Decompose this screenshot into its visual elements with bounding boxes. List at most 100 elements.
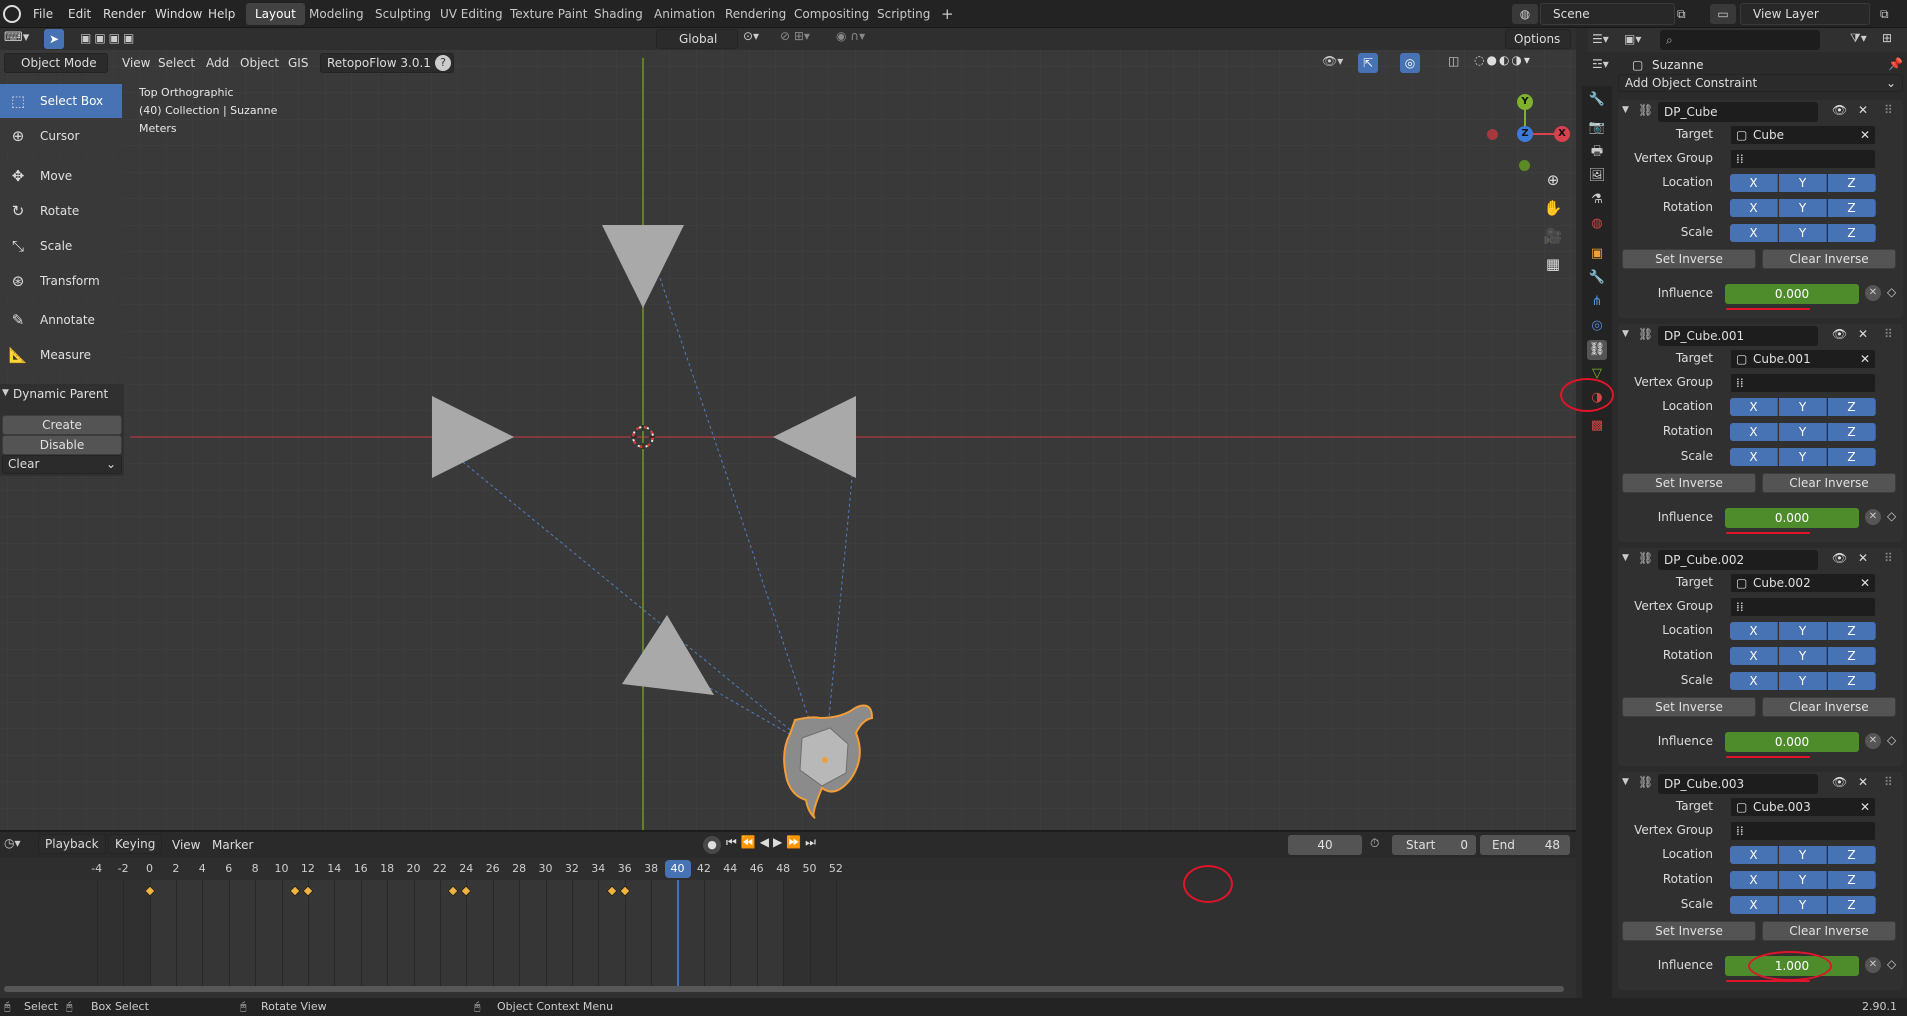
- add-workspace-button[interactable]: +: [932, 3, 963, 25]
- tab-shading[interactable]: Shading: [585, 3, 652, 25]
- scale-y-toggle[interactable]: Y: [1779, 224, 1827, 242]
- proportional-edit-icon[interactable]: ◉ ∩▾: [836, 29, 886, 49]
- disable-keep-transform-icon[interactable]: ✕: [1865, 285, 1881, 301]
- camera-view-icon[interactable]: 🎥: [1542, 227, 1564, 249]
- snap-icon[interactable]: ⊘ ⊞▾: [780, 29, 830, 49]
- scale-z-toggle[interactable]: Z: [1828, 896, 1876, 914]
- blender-logo-icon[interactable]: [3, 5, 21, 23]
- rotation-z-toggle[interactable]: Z: [1828, 199, 1876, 217]
- scale-x-toggle[interactable]: X: [1730, 672, 1778, 690]
- view-layer-field[interactable]: View Layer: [1740, 3, 1870, 25]
- menu-retopoflow[interactable]: RetopoFlow 3.0.1: [320, 53, 454, 73]
- playhead-label[interactable]: 40: [664, 860, 691, 878]
- scale-y-toggle[interactable]: Y: [1779, 896, 1827, 914]
- tab-uv-editing[interactable]: UV Editing: [431, 3, 512, 25]
- scale-z-toggle[interactable]: Z: [1828, 672, 1876, 690]
- rotation-y-toggle[interactable]: Y: [1779, 423, 1827, 441]
- record-icon[interactable]: ●: [703, 836, 721, 854]
- particles-tab-icon[interactable]: ⋔: [1587, 292, 1607, 312]
- navigation-gizmo[interactable]: Y Z X: [1480, 88, 1570, 178]
- menu-gis[interactable]: GIS: [282, 52, 314, 74]
- clear-target-icon[interactable]: ✕: [1860, 798, 1870, 816]
- rotation-z-toggle[interactable]: Z: [1828, 423, 1876, 441]
- options-dropdown[interactable]: Options: [1505, 29, 1571, 49]
- constraint-name-field[interactable]: DP_Cube.001: [1658, 326, 1818, 346]
- clear-dropdown[interactable]: Clear ⌄: [2, 455, 122, 474]
- world-tab-icon[interactable]: ◍: [1587, 214, 1607, 234]
- add-object-constraint-dropdown[interactable]: Add Object Constraint ⌄: [1618, 74, 1903, 92]
- target-field[interactable]: ▢ Cube.001 ✕: [1730, 349, 1876, 369]
- gizmo-y-icon[interactable]: Y: [1517, 94, 1533, 110]
- clear-target-icon[interactable]: ✕: [1860, 574, 1870, 592]
- object-tab-icon[interactable]: ▣: [1587, 244, 1607, 264]
- timeline-keyframe-area[interactable]: [0, 880, 1576, 986]
- rotation-x-toggle[interactable]: X: [1730, 647, 1778, 665]
- menu-playback[interactable]: Playback: [38, 834, 106, 854]
- location-z-toggle[interactable]: Z: [1828, 174, 1876, 192]
- constraints-tab-icon[interactable]: ⛓: [1587, 340, 1607, 360]
- location-x-toggle[interactable]: X: [1730, 398, 1778, 416]
- rotation-y-toggle[interactable]: Y: [1779, 647, 1827, 665]
- gizmo-toggle-icon[interactable]: ⇱: [1358, 53, 1378, 73]
- playback-controls-icon[interactable]: ⏮⏪◀▶⏩⏭: [726, 835, 846, 855]
- scene-field[interactable]: Scene: [1540, 3, 1675, 25]
- tab-layout[interactable]: Layout: [246, 3, 305, 25]
- tab-modeling[interactable]: Modeling: [300, 3, 373, 25]
- properties-editor-type-icon[interactable]: ☲▾: [1592, 57, 1609, 71]
- tool-cursor[interactable]: ⊕ Cursor: [0, 119, 122, 153]
- set-inverse-button[interactable]: Set Inverse: [1622, 921, 1756, 941]
- drag-handle-icon[interactable]: ⠿: [1884, 551, 1893, 565]
- eye-icon[interactable]: 👁: [1832, 551, 1847, 565]
- timeline-editor-type-icon[interactable]: ◷▾: [4, 836, 21, 850]
- object-name-field[interactable]: ▢ Suzanne: [1628, 55, 1858, 75]
- gizmo-z-icon[interactable]: Z: [1517, 126, 1533, 142]
- visibility-icon[interactable]: 👁▾: [1322, 54, 1350, 72]
- search-field[interactable]: ⌕: [1660, 30, 1820, 50]
- close-icon[interactable]: ✕: [1858, 103, 1868, 117]
- location-y-toggle[interactable]: Y: [1779, 622, 1827, 640]
- collapse-arrow-icon[interactable]: ▼: [1622, 105, 1629, 115]
- tab-animation[interactable]: Animation: [645, 3, 724, 25]
- 3d-viewport[interactable]: Y Z X ⊕ ✋ 🎥 ▦ Top Orthographic (40) Coll…: [0, 28, 1576, 830]
- playhead-line[interactable]: [676, 880, 679, 986]
- influence-slider[interactable]: 0.000: [1725, 732, 1859, 752]
- filter-icon[interactable]: ⧩▾: [1850, 31, 1867, 46]
- tool-scale[interactable]: ⤡ Scale: [0, 229, 122, 263]
- orientation-dropdown[interactable]: Global: [656, 29, 738, 49]
- menu-file[interactable]: File: [26, 3, 60, 25]
- collapse-arrow-icon[interactable]: ▼: [1622, 553, 1629, 563]
- set-inverse-button[interactable]: Set Inverse: [1622, 697, 1756, 717]
- dynamic-parent-title[interactable]: Dynamic Parent: [13, 387, 108, 401]
- drag-handle-icon[interactable]: ⠿: [1884, 103, 1893, 117]
- location-z-toggle[interactable]: Z: [1828, 846, 1876, 864]
- menu-help[interactable]: Help: [201, 3, 242, 25]
- scale-y-toggle[interactable]: Y: [1779, 448, 1827, 466]
- scene-icon[interactable]: ◍: [1512, 4, 1538, 24]
- influence-slider[interactable]: 0.000: [1725, 284, 1859, 304]
- tool-measure[interactable]: 📐 Measure: [0, 338, 122, 372]
- disable-button[interactable]: Disable: [2, 435, 122, 455]
- view-layer-tab-icon[interactable]: 🖼: [1587, 166, 1607, 186]
- menu-view[interactable]: View: [166, 834, 206, 856]
- menu-keying[interactable]: Keying: [108, 834, 163, 854]
- vertex-group-field[interactable]: ⁞⁞: [1730, 373, 1876, 393]
- create-button[interactable]: Create: [2, 415, 122, 435]
- vertex-group-field[interactable]: ⁞⁞: [1730, 597, 1876, 617]
- texture-tab-icon[interactable]: ▩: [1587, 416, 1607, 436]
- menu-object[interactable]: Object: [234, 52, 285, 74]
- render-tab-icon[interactable]: 📷: [1587, 118, 1607, 138]
- close-icon[interactable]: ✕: [1858, 551, 1868, 565]
- menu-render[interactable]: Render: [96, 3, 153, 25]
- pan-hand-icon[interactable]: ✋: [1542, 199, 1564, 221]
- panel-collapse-icon[interactable]: ▼: [2, 388, 9, 398]
- set-inverse-button[interactable]: Set Inverse: [1622, 249, 1756, 269]
- clear-inverse-button[interactable]: Clear Inverse: [1762, 473, 1896, 493]
- eye-icon[interactable]: 👁: [1832, 775, 1847, 789]
- keyframe-icon[interactable]: ◇: [1887, 509, 1896, 523]
- target-field[interactable]: ▢ Cube.002 ✕: [1730, 573, 1876, 593]
- scene-tab-icon[interactable]: ⚗: [1587, 190, 1607, 210]
- view-layer-browse-icon[interactable]: ⧉: [1880, 4, 1898, 24]
- location-y-toggle[interactable]: Y: [1779, 174, 1827, 192]
- overlays-icon[interactable]: ◎: [1400, 53, 1420, 73]
- tool-annotate[interactable]: ✎ Annotate: [0, 303, 122, 337]
